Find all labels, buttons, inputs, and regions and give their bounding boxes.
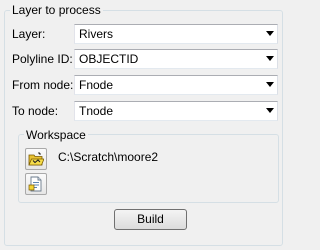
polyline-id-combobox[interactable]: OBJECTID — [74, 49, 278, 69]
polyline-id-label: Polyline ID: — [12, 52, 73, 66]
to-node-combobox-value: Tnode — [79, 104, 114, 118]
layer-to-process-title: Layer to process — [10, 3, 103, 17]
chevron-down-icon[interactable] — [266, 31, 274, 36]
layer-label: Layer: — [12, 27, 46, 41]
from-node-combobox[interactable]: Fnode — [74, 75, 278, 95]
open-folder-icon — [28, 152, 44, 166]
from-node-combobox-value: Fnode — [79, 78, 114, 92]
layer-combobox[interactable]: Rivers — [74, 24, 278, 44]
new-workspace-button[interactable] — [25, 173, 47, 195]
new-document-icon — [28, 176, 42, 192]
workspace-group — [18, 134, 279, 203]
workspace-path: C:\Scratch\moore2 — [58, 150, 159, 164]
build-button[interactable]: Build — [114, 209, 187, 230]
to-node-label: To node: — [12, 104, 59, 118]
layer-combobox-value: Rivers — [79, 27, 114, 41]
workspace-title: Workspace — [24, 128, 88, 142]
from-node-label: From node: — [12, 78, 74, 92]
open-workspace-button[interactable] — [25, 148, 47, 170]
chevron-down-icon[interactable] — [266, 108, 274, 113]
chevron-down-icon[interactable] — [266, 82, 274, 87]
chevron-down-icon[interactable] — [266, 56, 274, 61]
polyline-id-combobox-value: OBJECTID — [79, 52, 139, 66]
to-node-combobox[interactable]: Tnode — [74, 101, 278, 121]
